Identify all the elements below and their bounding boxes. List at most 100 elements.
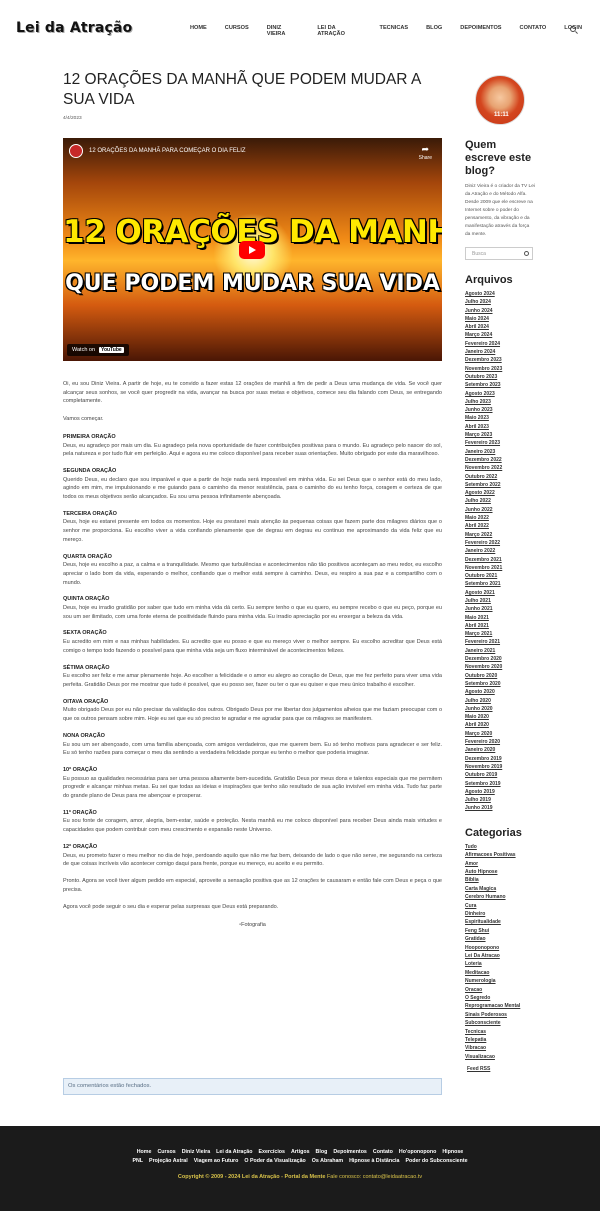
archive-link[interactable]: Setembro 2021: [465, 580, 535, 588]
archive-link[interactable]: Junho 2023: [465, 406, 535, 414]
play-button-icon[interactable]: [239, 241, 265, 259]
contact-email-link[interactable]: Fale conosco: contato@leidaatracao.tv: [327, 1174, 422, 1180]
nav-tecnicas[interactable]: TECNICAS: [380, 25, 409, 37]
archive-link[interactable]: Junho 2024: [465, 307, 535, 315]
category-link[interactable]: Espiritualidade: [465, 918, 535, 926]
archive-link[interactable]: Julho 2024: [465, 298, 535, 306]
footer-link[interactable]: Poder do Subconsciente: [405, 1158, 467, 1164]
archive-link[interactable]: Outubro 2022: [465, 473, 535, 481]
category-link[interactable]: Vibracao: [465, 1044, 535, 1052]
footer-link[interactable]: Home: [137, 1149, 152, 1155]
category-link[interactable]: Loteria: [465, 960, 535, 968]
archive-link[interactable]: Novembro 2020: [465, 663, 535, 671]
archive-link[interactable]: Abril 2023: [465, 423, 535, 431]
nav-home[interactable]: Home: [190, 25, 207, 37]
category-link[interactable]: Sinais Poderosos: [465, 1011, 535, 1019]
archive-link[interactable]: Janeiro 2024: [465, 348, 535, 356]
footer-link[interactable]: Hipnose à Distância: [349, 1158, 399, 1164]
archive-link[interactable]: Dezembro 2023: [465, 356, 535, 364]
archive-link[interactable]: Fevereiro 2023: [465, 439, 535, 447]
archive-link[interactable]: Novembro 2023: [465, 365, 535, 373]
archive-link[interactable]: Fevereiro 2024: [465, 340, 535, 348]
archive-link[interactable]: Setembro 2022: [465, 481, 535, 489]
footer-link[interactable]: Diniz Vieira: [182, 1149, 210, 1155]
archive-link[interactable]: Fevereiro 2021: [465, 638, 535, 646]
archive-link[interactable]: Janeiro 2023: [465, 448, 535, 456]
archive-link[interactable]: Abril 2021: [465, 622, 535, 630]
archive-link[interactable]: Maio 2023: [465, 414, 535, 422]
archive-link[interactable]: Janeiro 2020: [465, 746, 535, 754]
archive-link[interactable]: Agosto 2020: [465, 688, 535, 696]
category-link[interactable]: Reprogramacao Mental: [465, 1002, 535, 1010]
archive-link[interactable]: Julho 2020: [465, 697, 535, 705]
archive-link[interactable]: Dezembro 2020: [465, 655, 535, 663]
archive-link[interactable]: Setembro 2019: [465, 780, 535, 788]
footer-link[interactable]: Lei da Atração: [216, 1149, 252, 1155]
archive-link[interactable]: Outubro 2020: [465, 672, 535, 680]
archive-link[interactable]: Outubro 2021: [465, 572, 535, 580]
archive-link[interactable]: Março 2020: [465, 730, 535, 738]
footer-link[interactable]: Cursos: [157, 1149, 175, 1155]
nav-blog[interactable]: BLOG: [426, 25, 442, 37]
archive-link[interactable]: Janeiro 2021: [465, 647, 535, 655]
category-link[interactable]: Tudo: [465, 843, 535, 851]
search-icon[interactable]: [570, 26, 576, 32]
feed-rss-link[interactable]: Feed RSS: [467, 1066, 535, 1072]
footer-link[interactable]: Contato: [373, 1149, 393, 1155]
archive-link[interactable]: Dezembro 2019: [465, 755, 535, 763]
nav-contato[interactable]: CONTATO: [520, 25, 547, 37]
archive-link[interactable]: Maio 2020: [465, 713, 535, 721]
footer-link[interactable]: Projeção Astral: [149, 1158, 188, 1164]
archive-link[interactable]: Setembro 2023: [465, 381, 535, 389]
archive-link[interactable]: Setembro 2020: [465, 680, 535, 688]
nav-diniz-vieira[interactable]: DINIZ VIEIRA: [267, 25, 300, 37]
category-link[interactable]: Carta Magica: [465, 885, 535, 893]
sidebar-search-input[interactable]: Busca: [465, 247, 533, 260]
footer-link[interactable]: Hipnose: [442, 1149, 463, 1155]
category-link[interactable]: Meditacao: [465, 969, 535, 977]
category-link[interactable]: Lei Da Atracao: [465, 952, 535, 960]
category-link[interactable]: Feng Shui: [465, 927, 535, 935]
footer-link[interactable]: Depoimentos: [333, 1149, 367, 1155]
archive-link[interactable]: Fevereiro 2022: [465, 539, 535, 547]
video-title[interactable]: 12 ORAÇÕES DA MANHÃ PARA COMEÇAR O DIA F…: [89, 148, 246, 154]
site-logo[interactable]: Lei da Atração: [16, 20, 132, 36]
share-button[interactable]: ➦ Share: [419, 144, 432, 161]
archive-link[interactable]: Maio 2024: [465, 315, 535, 323]
footer-link[interactable]: Os Abraham: [312, 1158, 343, 1164]
archive-link[interactable]: Julho 2022: [465, 497, 535, 505]
footer-link[interactable]: PNL: [132, 1158, 143, 1164]
archive-link[interactable]: Junho 2019: [465, 804, 535, 812]
archive-link[interactable]: Agosto 2024: [465, 290, 535, 298]
archive-link[interactable]: Junho 2022: [465, 506, 535, 514]
footer-link[interactable]: Viagem ao Futuro: [194, 1158, 239, 1164]
category-link[interactable]: Auto Hipnose: [465, 868, 535, 876]
archive-link[interactable]: Março 2024: [465, 331, 535, 339]
archive-link[interactable]: Março 2022: [465, 531, 535, 539]
archive-link[interactable]: Fevereiro 2020: [465, 738, 535, 746]
youtube-video-embed[interactable]: 12 ORAÇÕES DA MANHÃ PARA COMEÇAR O DIA F…: [63, 138, 442, 361]
nav-lei-da-atracao[interactable]: LEI DA ATRAÇÃO: [317, 25, 361, 37]
archive-link[interactable]: Dezembro 2021: [465, 556, 535, 564]
category-link[interactable]: Biblia: [465, 876, 535, 884]
archive-link[interactable]: Julho 2021: [465, 597, 535, 605]
category-link[interactable]: Afirmacoes Positivas: [465, 851, 535, 859]
archive-link[interactable]: Abril 2020: [465, 721, 535, 729]
footer-link[interactable]: Blog: [316, 1149, 328, 1155]
archive-link[interactable]: Agosto 2022: [465, 489, 535, 497]
archive-link[interactable]: Novembro 2022: [465, 464, 535, 472]
category-link[interactable]: Subconsciente: [465, 1019, 535, 1027]
archive-link[interactable]: Agosto 2019: [465, 788, 535, 796]
archive-link[interactable]: Outubro 2023: [465, 373, 535, 381]
archive-link[interactable]: Agosto 2021: [465, 589, 535, 597]
category-link[interactable]: Oracao: [465, 986, 535, 994]
category-link[interactable]: Telepatia: [465, 1036, 535, 1044]
footer-link[interactable]: Exercícios: [258, 1149, 285, 1155]
footer-link[interactable]: Ho'oponopono: [399, 1149, 436, 1155]
category-link[interactable]: Hooponopono: [465, 944, 535, 952]
archive-link[interactable]: Agosto 2023: [465, 390, 535, 398]
category-link[interactable]: Numerologia: [465, 977, 535, 985]
archive-link[interactable]: Abril 2024: [465, 323, 535, 331]
archive-link[interactable]: Junho 2020: [465, 705, 535, 713]
category-link[interactable]: Amor: [465, 860, 535, 868]
